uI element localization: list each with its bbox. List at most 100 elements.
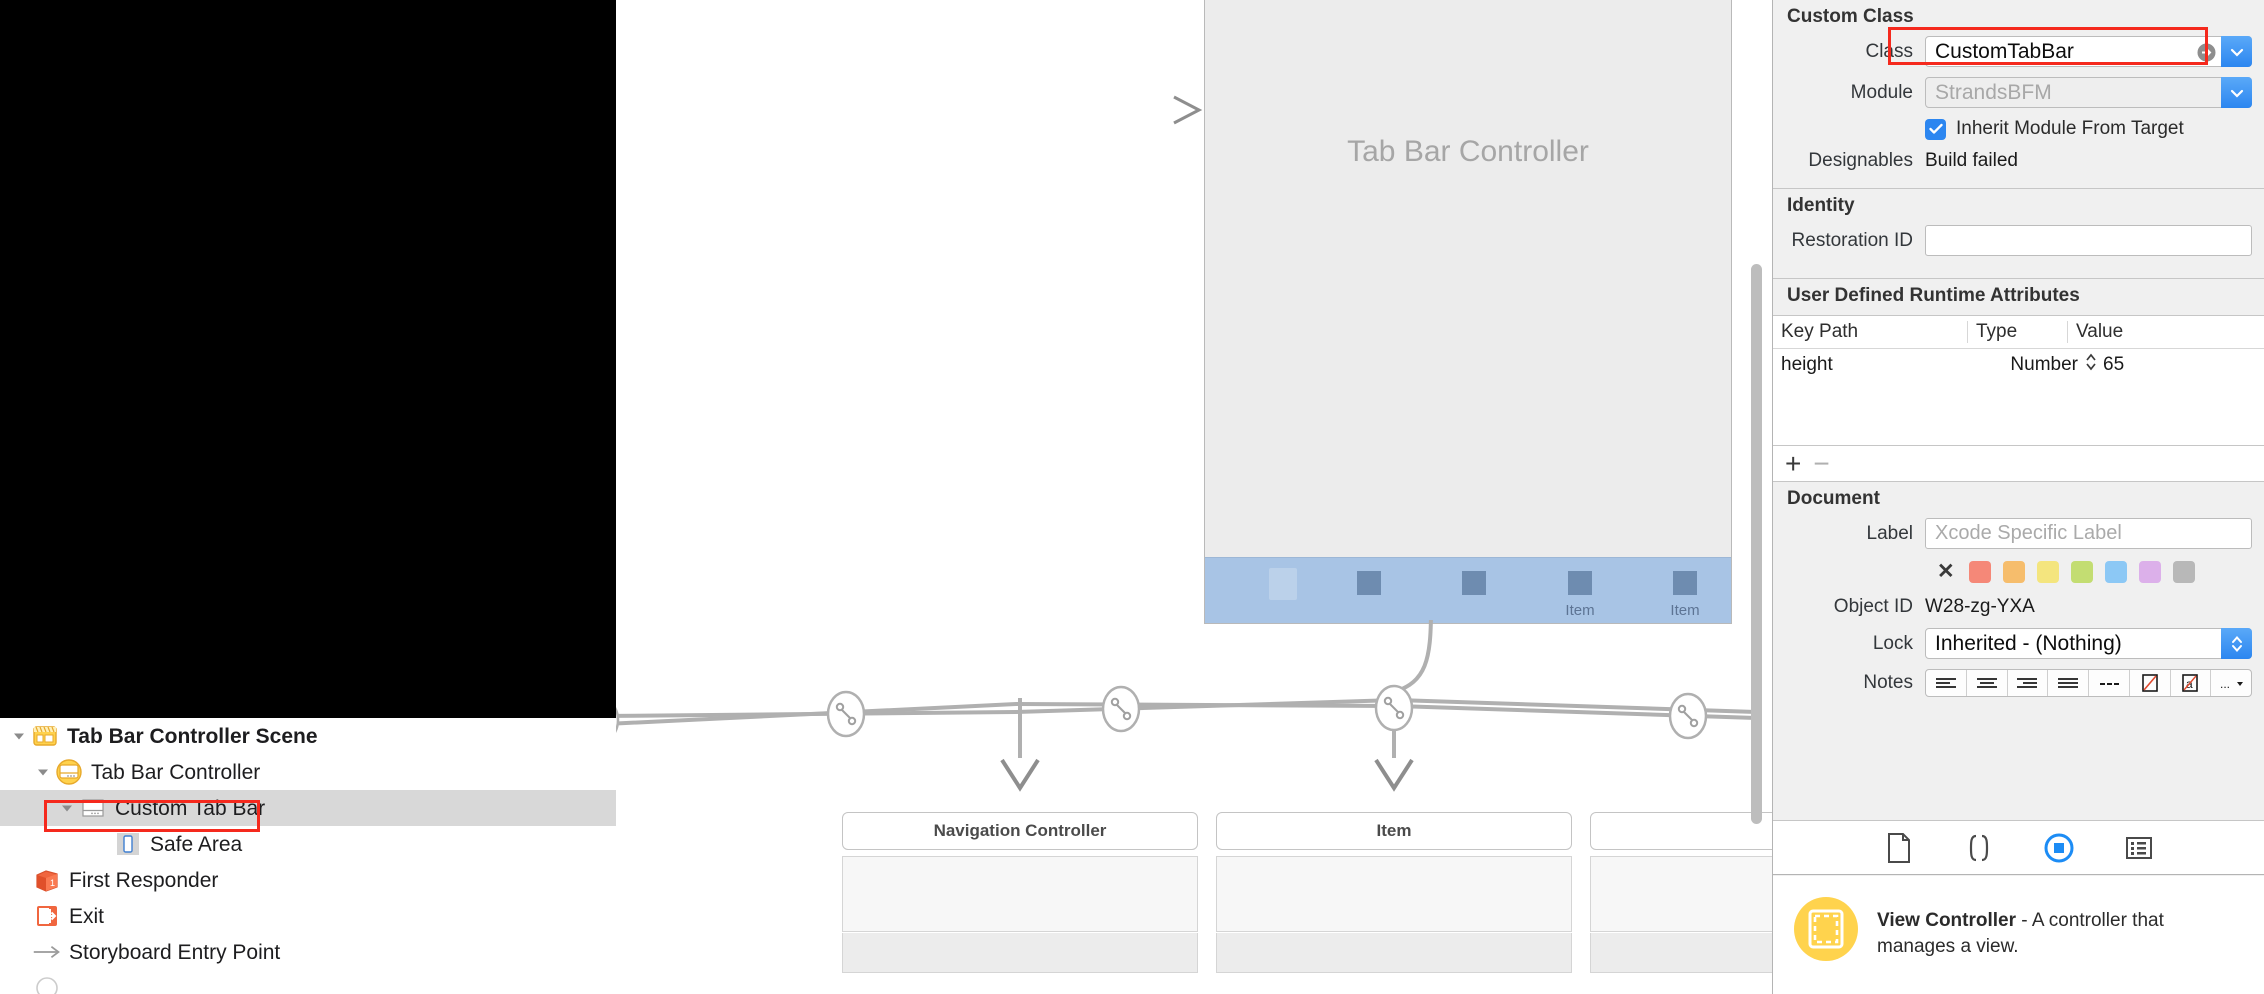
align-left-icon[interactable] <box>1926 670 1967 696</box>
udra-type-value: Number <box>2010 354 2078 375</box>
udra-add-button[interactable]: + <box>1785 449 1801 478</box>
outline-row-label: Custom Tab Bar <box>115 796 266 820</box>
quick-help-icon[interactable] <box>1962 831 1996 865</box>
outline-row-tab-bar-controller-scene[interactable]: Tab Bar Controller Scene <box>0 718 616 754</box>
align-right-icon[interactable] <box>2008 670 2049 696</box>
notes-row: Notes ... <box>1773 669 2264 697</box>
outline-row-label: Tab Bar Controller Scene <box>67 724 318 748</box>
identity-inspector-panel[interactable]: Custom Class Class CustomTabBar Module S… <box>1772 0 2264 994</box>
segue-node-icon <box>826 690 866 738</box>
module-combobox[interactable]: StrandsBFM <box>1925 77 2252 108</box>
udra-remove-button[interactable]: − <box>1813 449 1829 478</box>
document-label-input[interactable]: Xcode Specific Label <box>1925 518 2252 549</box>
inherit-module-row[interactable]: Inherit Module From Target <box>1925 118 2264 140</box>
class-value: CustomTabBar <box>1935 39 2074 63</box>
lock-stepper-icon[interactable] <box>2221 628 2252 659</box>
disclosure-triangle-icon[interactable] <box>56 790 78 826</box>
udra-toolbar[interactable]: + − <box>1773 445 2264 481</box>
align-center-icon[interactable] <box>1967 670 2008 696</box>
no-color-icon[interactable] <box>2130 670 2171 696</box>
safe-area-icon <box>113 829 143 859</box>
outline-row-label: Storyboard Entry Point <box>69 940 281 964</box>
scene-body-footer <box>1590 933 1772 973</box>
first-responder-icon: 1 <box>32 865 62 895</box>
more-icon[interactable]: ... <box>2211 670 2251 696</box>
lock-value: Inherited - (Nothing) <box>1935 631 2122 655</box>
lock-row: Lock Inherited - (Nothing) <box>1773 628 2264 659</box>
designables-label: Designables <box>1808 150 1913 171</box>
udra-type-stepper-icon[interactable] <box>2085 352 2097 378</box>
jump-to-definition-icon[interactable] <box>2196 42 2217 63</box>
lock-label: Lock <box>1872 632 1913 654</box>
attributes-inspector-icon[interactable] <box>2122 831 2156 865</box>
color-swatch-green[interactable] <box>2070 560 2093 583</box>
inspector-help-footer: View Controller - A controller that mana… <box>1773 876 2264 994</box>
tab-bar-item-square[interactable] <box>1357 571 1381 595</box>
color-swatch-blue[interactable] <box>2104 560 2127 583</box>
document-label-placeholder: Xcode Specific Label <box>1935 522 2122 544</box>
exit-icon <box>32 901 62 931</box>
font-color-icon[interactable]: a <box>2171 670 2212 696</box>
outline-row-first-responder[interactable]: 1 First Responder <box>0 862 616 898</box>
color-swatch-gray[interactable] <box>2172 560 2195 583</box>
udra-table-body[interactable]: height Number 65 <box>1773 349 2264 445</box>
canvas-vertical-scrollbar[interactable] <box>1751 264 1762 824</box>
disclosure-triangle-icon[interactable] <box>8 718 30 754</box>
chevron-down-icon[interactable] <box>2221 77 2252 108</box>
scene-title: Navigation Controller <box>933 821 1107 840</box>
dashes-icon[interactable] <box>2089 670 2130 696</box>
file-inspector-icon[interactable] <box>1882 831 1916 865</box>
udra-cell-value[interactable]: 65 <box>2097 354 2124 376</box>
udra-cell-type[interactable]: Number <box>1967 352 2097 378</box>
segue-node-icon <box>1101 685 1141 733</box>
outline-row-exit[interactable]: Exit <box>0 898 616 934</box>
inherit-module-checkbox[interactable] <box>1925 118 1946 140</box>
notes-formatting-toolbar[interactable]: a ... <box>1925 669 2252 697</box>
tab-bar-item-square[interactable] <box>1568 571 1592 595</box>
canvas-preview-black-area <box>0 0 616 718</box>
custom-tab-bar-preview[interactable]: Item Item <box>1205 557 1731 623</box>
outline-tree[interactable]: Tab Bar Controller Scene Tab Bar Control… <box>0 718 616 994</box>
tab-bar-item-square[interactable] <box>1673 571 1697 595</box>
segue-node-icon <box>1374 684 1414 732</box>
scene-third-clipped[interactable] <box>1590 812 1772 850</box>
align-justify-icon[interactable] <box>2048 670 2089 696</box>
lock-select[interactable]: Inherited - (Nothing) <box>1925 628 2252 659</box>
color-swatch-red[interactable] <box>1968 560 1991 583</box>
udra-row[interactable]: height Number 65 <box>1773 349 2264 381</box>
document-label-label: Label <box>1866 522 1914 544</box>
scene-icon <box>30 721 60 751</box>
color-swatch-yellow[interactable] <box>2036 560 2059 583</box>
document-outline-panel: Tab Bar Controller Scene Tab Bar Control… <box>0 0 616 994</box>
class-combobox[interactable]: CustomTabBar <box>1925 36 2252 67</box>
disclosure-triangle-icon[interactable] <box>32 754 54 790</box>
entry-point-icon <box>32 937 62 967</box>
document-label-color-swatches[interactable]: ✕ <box>1937 559 2264 584</box>
tab-bar-item-square[interactable] <box>1462 571 1486 595</box>
scene-item[interactable]: Item <box>1216 812 1572 850</box>
outline-row-label: First Responder <box>69 868 219 892</box>
module-row: Module StrandsBFM <box>1773 77 2264 108</box>
segue-node-icon <box>1668 692 1708 740</box>
color-swatch-purple[interactable] <box>2138 560 2161 583</box>
chevron-down-icon[interactable] <box>2221 36 2252 67</box>
identity-inspector-icon[interactable] <box>2042 831 2076 865</box>
inherit-module-label: Inherit Module From Target <box>1956 118 2184 139</box>
outline-row-storyboard-entry-point[interactable]: Storyboard Entry Point <box>0 934 616 970</box>
outline-row-label: Tab Bar Controller <box>91 760 261 784</box>
outline-row-clipped[interactable] <box>0 970 616 994</box>
restoration-id-input[interactable] <box>1925 225 2252 256</box>
color-swatch-orange[interactable] <box>2002 560 2025 583</box>
outline-row-custom-tab-bar[interactable]: Custom Tab Bar <box>0 790 616 826</box>
scene-navigation-controller[interactable]: Navigation Controller <box>842 812 1198 850</box>
outline-row-safe-area[interactable]: Safe Area <box>0 826 616 862</box>
tab-bar-controller-scene[interactable]: Tab Bar Controller Item Item <box>1204 0 1732 624</box>
outline-row-tab-bar-controller[interactable]: Tab Bar Controller <box>0 754 616 790</box>
udra-header: User Defined Runtime Attributes <box>1787 285 2080 306</box>
clear-color-button[interactable]: ✕ <box>1937 559 1955 584</box>
storyboard-canvas[interactable]: Tab Bar Controller Item Item Navigation … <box>616 0 1772 994</box>
udra-cell-key-path[interactable]: height <box>1773 354 1967 376</box>
module-label: Module <box>1850 81 1913 103</box>
inspector-tab-strip[interactable] <box>1773 820 2264 875</box>
scene-body-footer <box>1216 933 1572 973</box>
